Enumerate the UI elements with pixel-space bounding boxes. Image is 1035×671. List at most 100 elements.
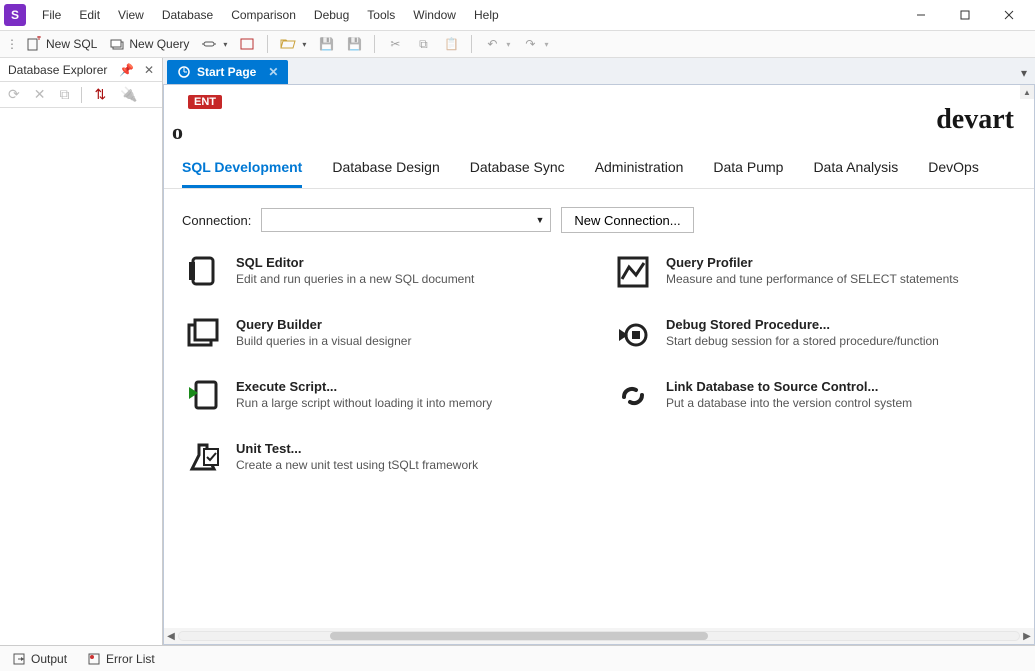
new-query-label: New Query — [129, 37, 189, 51]
tile-debug-sp[interactable]: Debug Stored Procedure... Start debug se… — [616, 317, 1016, 351]
tile-desc: Edit and run queries in a new SQL docume… — [236, 272, 474, 286]
new-sql-button[interactable]: New SQL — [22, 33, 101, 55]
toolbar-separator — [81, 87, 82, 103]
refresh-icon[interactable]: ⟳ — [6, 84, 22, 105]
tile-title: Link Database to Source Control... — [666, 379, 912, 394]
brand-glyph: o — [172, 119, 222, 145]
document-tabstrip: Start Page ✕ ▾ — [163, 58, 1035, 84]
tile-sql-editor[interactable]: SQL Editor Edit and run queries in a new… — [186, 255, 586, 289]
menu-help[interactable]: Help — [466, 4, 507, 26]
tile-query-builder[interactable]: Query Builder Build queries in a visual … — [186, 317, 586, 351]
chevron-down-icon: ▾ — [506, 40, 510, 49]
toolbar-separator — [267, 35, 268, 53]
error-list-icon — [87, 652, 101, 666]
tab-close-icon[interactable]: ✕ — [268, 65, 278, 79]
scroll-thumb[interactable] — [330, 632, 708, 640]
new-connection-splitbtn[interactable]: ▾ — [197, 33, 231, 55]
stab-database-design[interactable]: Database Design — [332, 159, 439, 188]
tab-overflow-dropdown[interactable]: ▾ — [1013, 62, 1035, 84]
toolbar-copy[interactable]: ⧉ — [411, 33, 435, 55]
connection-label: Connection: — [182, 213, 251, 228]
menu-window[interactable]: Window — [405, 4, 464, 26]
action-tiles: SQL Editor Edit and run queries in a new… — [164, 255, 1034, 505]
explorer-header: Database Explorer 📌 ✕ — [0, 58, 162, 82]
connection-row: Connection: ▼ New Connection... — [164, 189, 1034, 255]
chevron-down-icon: ▾ — [544, 40, 548, 49]
tab-start-page[interactable]: Start Page ✕ — [167, 60, 288, 84]
new-sql-label: New SQL — [46, 37, 97, 51]
pin-icon[interactable]: 📌 — [119, 63, 134, 77]
tile-desc: Build queries in a visual designer — [236, 334, 411, 348]
save-all-icon: 💾 — [346, 36, 362, 52]
stab-data-pump[interactable]: Data Pump — [713, 159, 783, 188]
menu-comparison[interactable]: Comparison — [223, 4, 304, 26]
connection-icon — [201, 36, 217, 52]
app-icon: S — [4, 4, 26, 26]
open-object-icon — [239, 36, 255, 52]
window-maximize[interactable] — [943, 1, 987, 29]
explorer-body[interactable] — [0, 108, 162, 645]
toolbar-cut[interactable]: ✂ — [383, 33, 407, 55]
tile-execute-script[interactable]: Execute Script... Run a large script wit… — [186, 379, 586, 413]
execute-script-icon — [186, 379, 220, 413]
output-label: Output — [31, 652, 67, 666]
tile-title: Unit Test... — [236, 441, 478, 456]
query-builder-icon — [186, 317, 220, 351]
tile-desc: Measure and tune performance of SELECT s… — [666, 272, 959, 286]
chevron-down-icon: ▾ — [302, 40, 306, 49]
vertical-scrollbar[interactable]: ▲ — [1020, 85, 1034, 628]
stab-devops[interactable]: DevOps — [928, 159, 979, 188]
debug-icon — [616, 317, 650, 351]
tile-title: Debug Stored Procedure... — [666, 317, 939, 332]
stab-database-sync[interactable]: Database Sync — [470, 159, 565, 188]
tile-desc: Start debug session for a stored procedu… — [666, 334, 939, 348]
chevron-down-icon: ▼ — [535, 215, 544, 225]
horizontal-scrollbar[interactable]: ◀ ▶ — [164, 628, 1034, 644]
tile-desc: Run a large script without loading it in… — [236, 396, 492, 410]
window-close[interactable] — [987, 1, 1031, 29]
unit-test-icon — [186, 441, 220, 475]
delete-icon[interactable]: ✕ — [32, 84, 48, 105]
close-icon[interactable]: ✕ — [144, 63, 154, 77]
new-query-button[interactable]: New Query — [105, 33, 193, 55]
menu-file[interactable]: File — [34, 4, 69, 26]
explorer-toolbar: ⟳ ✕ ⧉ ⇅ 🔌 — [0, 82, 162, 108]
window-controls — [899, 1, 1031, 29]
explorer-title: Database Explorer — [8, 63, 107, 77]
new-connection-icon[interactable]: ⇅ — [92, 84, 108, 105]
toolbar-save[interactable]: 💾 — [314, 33, 338, 55]
toolbar-open-splitbtn[interactable]: ▾ — [276, 33, 310, 55]
stab-sql-development[interactable]: SQL Development — [182, 159, 302, 188]
toolbar-redo[interactable]: ↷▾ — [518, 33, 552, 55]
scroll-left-icon[interactable]: ◀ — [164, 631, 178, 642]
start-page-icon — [177, 65, 191, 79]
window-minimize[interactable] — [899, 1, 943, 29]
menu-debug[interactable]: Debug — [306, 4, 357, 26]
toolbar-open-object[interactable] — [235, 33, 259, 55]
output-panel-tab[interactable]: Output — [12, 652, 67, 666]
redo-icon: ↷ — [522, 36, 538, 52]
menu-database[interactable]: Database — [154, 4, 221, 26]
tile-query-profiler[interactable]: Query Profiler Measure and tune performa… — [616, 255, 1016, 289]
tile-link-source-control[interactable]: Link Database to Source Control... Put a… — [616, 379, 1016, 413]
menu-view[interactable]: View — [110, 4, 152, 26]
toolbar-save-all[interactable]: 💾 — [342, 33, 366, 55]
scroll-up-icon[interactable]: ▲ — [1020, 85, 1034, 99]
connect-icon[interactable]: 🔌 — [118, 84, 139, 105]
menu-edit[interactable]: Edit — [71, 4, 108, 26]
menu-tools[interactable]: Tools — [359, 4, 403, 26]
connection-select[interactable]: ▼ — [261, 208, 551, 232]
tile-unit-test[interactable]: Unit Test... Create a new unit test usin… — [186, 441, 586, 475]
error-list-panel-tab[interactable]: Error List — [87, 652, 155, 666]
copy-icon[interactable]: ⧉ — [57, 84, 71, 105]
toolbar-undo[interactable]: ↶▾ — [480, 33, 514, 55]
stab-data-analysis[interactable]: Data Analysis — [813, 159, 898, 188]
stab-administration[interactable]: Administration — [595, 159, 684, 188]
main-area: Database Explorer 📌 ✕ ⟳ ✕ ⧉ ⇅ 🔌 Start Pa… — [0, 58, 1035, 645]
titlebar: S File Edit View Database Comparison Deb… — [0, 0, 1035, 30]
scroll-right-icon[interactable]: ▶ — [1020, 631, 1034, 642]
toolbar-paste[interactable]: 📋 — [439, 33, 463, 55]
scroll-track[interactable] — [178, 631, 1020, 641]
devart-logo: devart — [936, 104, 1014, 136]
new-connection-button[interactable]: New Connection... — [561, 207, 693, 233]
